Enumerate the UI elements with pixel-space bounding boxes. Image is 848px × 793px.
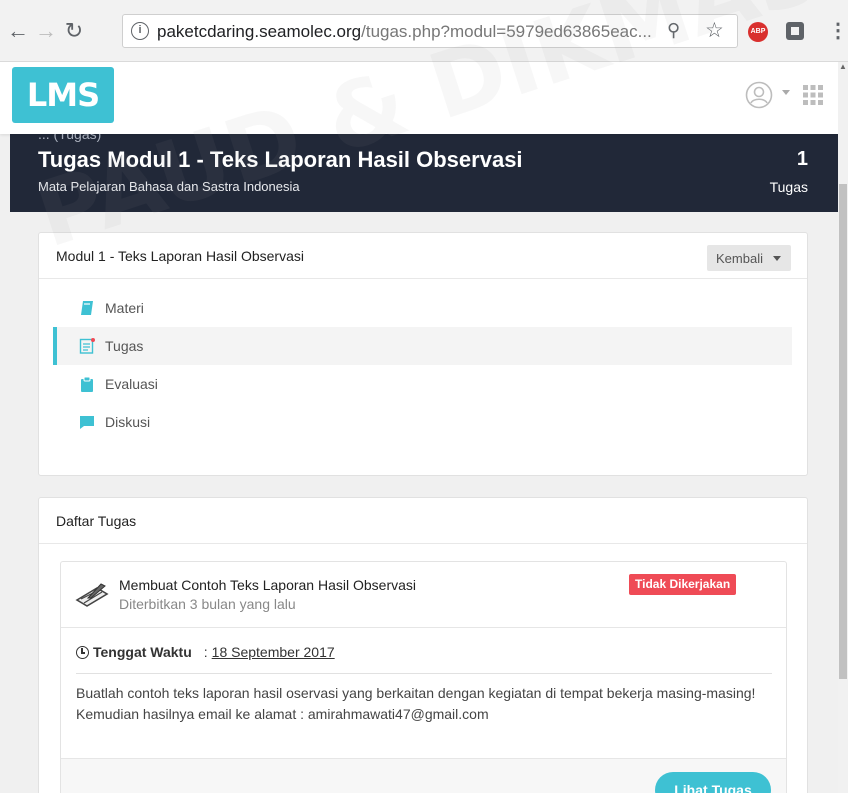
site-header: LMS: [0, 62, 838, 134]
url-path: /tugas.php?modul=5979ed63865eac...: [361, 22, 652, 41]
apps-grid-icon[interactable]: [801, 83, 825, 107]
menu-item-label: Evaluasi: [105, 376, 158, 392]
extension-icon[interactable]: [786, 22, 804, 40]
url-host: paketcdaring.seamolec.org: [157, 22, 362, 41]
module-menu: Materi Tugas Evaluasi Diskusi: [53, 289, 792, 441]
book-icon: [81, 301, 93, 315]
task-item: Membuat Contoh Teks Laporan Hasil Observ…: [60, 561, 787, 793]
scroll-up-arrow-icon[interactable]: ▲: [838, 62, 848, 71]
page-subtitle: Mata Pelajaran Bahasa dan Sastra Indones…: [38, 179, 300, 194]
info-icon[interactable]: i: [131, 22, 149, 40]
task-title[interactable]: Membuat Contoh Teks Laporan Hasil Observ…: [119, 577, 416, 593]
address-bar[interactable]: i paketcdaring.seamolec.org/tugas.php?mo…: [122, 14, 738, 48]
module-card-header: Modul 1 - Teks Laporan Hasil Observasi K…: [39, 233, 807, 279]
chat-icon: [80, 416, 94, 429]
user-avatar-icon[interactable]: [745, 81, 773, 109]
task-list-header: Daftar Tugas: [39, 498, 807, 544]
task-item-footer: Lihat Tugas: [61, 758, 786, 793]
task-deadline: Tenggat Waktu:18 September 2017: [76, 644, 335, 660]
page-scrollbar[interactable]: ▲: [838, 62, 848, 793]
page-banner: ... (Tugas) Tugas Modul 1 - Teks Laporan…: [10, 126, 838, 212]
task-list-card: Daftar Tugas Membuat Contoh Teks Laporan…: [38, 497, 808, 793]
deadline-value: 18 September 2017: [211, 644, 335, 660]
back-arrow-icon[interactable]: ←: [6, 18, 30, 44]
scroll-thumb[interactable]: [839, 184, 847, 679]
menu-item-evaluasi[interactable]: Evaluasi: [55, 365, 792, 403]
task-description: Buatlah contoh teks laporan hasil oserva…: [76, 685, 756, 722]
deadline-separator: :: [203, 644, 208, 660]
forward-arrow-icon[interactable]: →: [34, 18, 58, 44]
browser-toolbar: ← → ↻ i paketcdaring.seamolec.org/tugas.…: [0, 0, 848, 62]
divider: [76, 673, 772, 674]
task-published-date: Diterbitkan 3 bulan yang lalu: [119, 596, 296, 612]
chevron-down-icon: [773, 256, 781, 261]
url-text[interactable]: paketcdaring.seamolec.org/tugas.php?modu…: [157, 22, 657, 42]
chevron-down-icon[interactable]: [782, 90, 790, 95]
clipboard-icon: [81, 376, 93, 392]
status-badge: Tidak Dikerjakan: [629, 574, 737, 595]
lms-logo[interactable]: LMS: [12, 67, 114, 123]
zoom-icon[interactable]: ⚲: [667, 20, 680, 41]
adblock-icon[interactable]: ABP: [748, 22, 768, 42]
bookmark-star-icon[interactable]: ☆: [705, 18, 724, 43]
assignment-icon: [79, 338, 95, 354]
menu-item-label: Diskusi: [105, 414, 151, 430]
page-viewport: LMS ... (Tugas) Tugas Modul 1 - Teks Lap…: [0, 62, 838, 793]
menu-item-tugas[interactable]: Tugas: [53, 327, 792, 365]
pencil-paper-icon: [75, 583, 109, 607]
task-list-title: Daftar Tugas: [56, 513, 137, 529]
menu-item-label: Materi: [105, 300, 144, 316]
reload-icon[interactable]: ↻: [62, 18, 86, 44]
view-task-button[interactable]: Lihat Tugas: [655, 772, 771, 793]
task-count: 1: [796, 148, 808, 170]
back-button-label: Kembali: [716, 250, 763, 266]
clock-icon: [76, 646, 89, 659]
back-button[interactable]: Kembali: [707, 245, 791, 271]
module-card: Modul 1 - Teks Laporan Hasil Observasi K…: [38, 232, 808, 476]
page-title: Tugas Modul 1 - Teks Laporan Hasil Obser…: [38, 147, 523, 172]
deadline-label: Tenggat Waktu: [93, 644, 192, 660]
kebab-menu-icon[interactable]: ⋮: [828, 18, 848, 43]
menu-item-diskusi[interactable]: Diskusi: [55, 403, 792, 441]
module-title: Modul 1 - Teks Laporan Hasil Observasi: [56, 248, 304, 264]
menu-item-label: Tugas: [105, 338, 144, 354]
menu-item-materi[interactable]: Materi: [55, 289, 792, 327]
task-count-label: Tugas: [769, 179, 808, 195]
task-item-header: Membuat Contoh Teks Laporan Hasil Observ…: [61, 562, 786, 628]
